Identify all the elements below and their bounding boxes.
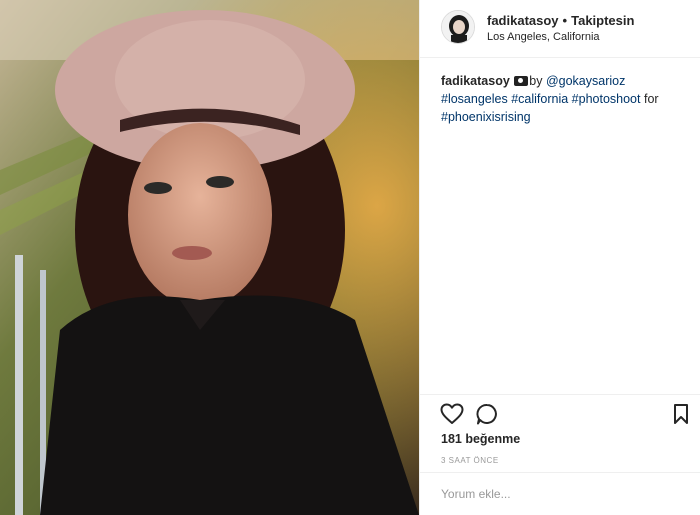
comment-bubble-icon[interactable] <box>476 403 498 430</box>
post-header: fadikatasoy • Takiptesin Los Angeles, Cali… <box>420 0 700 58</box>
comment-box <box>420 472 700 515</box>
likes-count[interactable]: 181 beğenme <box>441 432 520 446</box>
bookmark-icon[interactable] <box>673 403 689 430</box>
caption-username-link[interactable]: fadikatasoy <box>441 74 510 88</box>
caption-by-text: by <box>529 74 543 88</box>
caption-hashtag-link[interactable]: #photoshoot <box>572 92 641 106</box>
caption-for-text: for <box>643 92 659 106</box>
separator-dot: • <box>562 13 568 28</box>
follow-status[interactable]: Takiptesin <box>571 13 634 28</box>
location-link[interactable]: Los Angeles, California <box>487 31 600 43</box>
post-timestamp: 3 SAAT ÖNCE <box>441 456 499 465</box>
post-photo-image <box>0 0 419 515</box>
post-detail-panel: fadikatasoy • Takiptesin Los Angeles, Cali… <box>419 0 700 515</box>
post-caption: fadikatasoy by @gokaysarioz #losangeles … <box>441 72 691 126</box>
camera-emoji-icon <box>514 76 529 86</box>
caption-hashtag-link[interactable]: #california <box>511 92 568 106</box>
caption-hashtag-link[interactable]: #phoenixisrising <box>441 110 531 124</box>
comment-input[interactable] <box>441 485 681 503</box>
post-username-link[interactable]: fadikatasoy <box>487 13 559 28</box>
heart-icon[interactable] <box>440 403 464 430</box>
caption-mention-link[interactable]: @gokaysarioz <box>546 74 625 88</box>
caption-hashtag-link[interactable]: #losangeles <box>441 92 508 106</box>
avatar[interactable] <box>441 10 475 44</box>
post-actions-bar <box>420 394 700 434</box>
post-photo[interactable] <box>0 0 419 515</box>
